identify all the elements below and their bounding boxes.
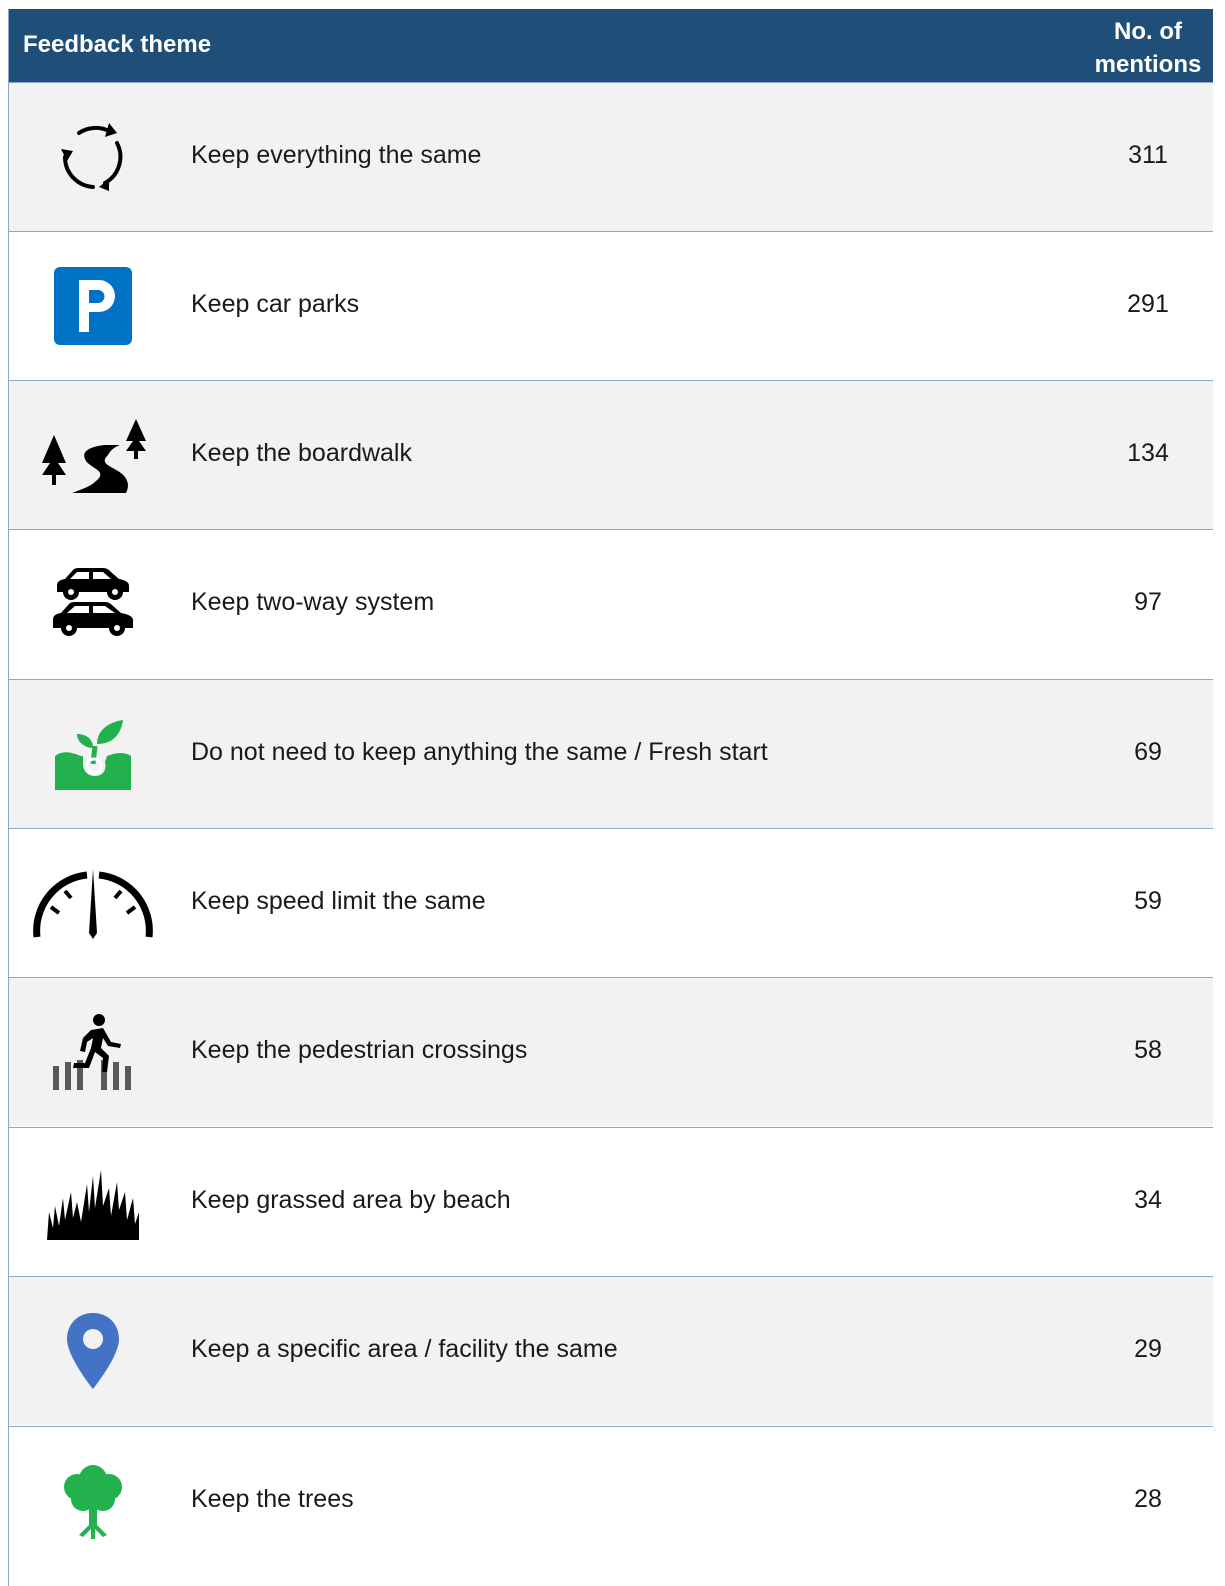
table-row: Keep the trees 28 <box>9 1426 1213 1575</box>
location-pin-icon <box>31 1311 155 1391</box>
table-row: Keep a specific area / facility the same… <box>9 1276 1213 1425</box>
feedback-table: Feedback theme No. of mentions Keep ever… <box>8 9 1213 1586</box>
table-row: Keep two-way system 97 <box>9 529 1213 678</box>
row-label: Keep the boardwalk <box>191 439 412 467</box>
table-row: Keep speed limit the same 59 <box>9 828 1213 977</box>
row-label: Keep everything the same <box>191 141 482 169</box>
sprout-icon <box>31 714 155 794</box>
table-row: Keep the boardwalk 134 <box>9 380 1213 529</box>
two-cars-icon <box>31 564 155 644</box>
row-label: Keep car parks <box>191 290 360 318</box>
row-label: Keep the trees <box>191 1485 354 1513</box>
row-count: 34 <box>1134 1186 1162 1214</box>
table-row: Keep everything the same 311 <box>9 82 1213 231</box>
row-count: 291 <box>1127 290 1169 318</box>
row-count: 97 <box>1134 588 1162 616</box>
row-count: 311 <box>1128 141 1168 169</box>
parking-sign-icon <box>31 266 155 346</box>
row-count: 58 <box>1134 1036 1162 1064</box>
table-row: Do not need to keep anything the same / … <box>9 679 1213 828</box>
table-row: Keep grassed area by beach 34 <box>9 1127 1213 1276</box>
refresh-cycle-icon <box>31 117 155 197</box>
row-label: Keep a specific area / facility the same <box>191 1335 618 1363</box>
grass-icon <box>31 1162 155 1242</box>
row-count: 134 <box>1127 439 1169 467</box>
row-label: Keep two-way system <box>191 588 435 616</box>
row-count: 28 <box>1134 1485 1162 1513</box>
row-count: 69 <box>1134 738 1162 766</box>
header-feedback-theme: Feedback theme <box>23 31 212 58</box>
pedestrian-crossing-icon <box>31 1012 155 1092</box>
row-label: Keep grassed area by beach <box>191 1186 511 1214</box>
table-row: Keep the pedestrian crossings 58 <box>9 977 1213 1126</box>
row-label: Do not need to keep anything the same / … <box>191 738 768 766</box>
row-count: 29 <box>1134 1335 1162 1363</box>
header-mentions: No. of mentions <box>1094 18 1202 78</box>
path-with-trees-icon <box>31 415 155 495</box>
table-row: Keep car parks 291 <box>9 231 1213 380</box>
tree-icon <box>31 1461 155 1541</box>
row-label: Keep speed limit the same <box>191 887 486 915</box>
table-header: Feedback theme No. of mentions <box>9 9 1213 82</box>
row-label: Keep the pedestrian crossings <box>191 1036 528 1064</box>
speedometer-icon <box>31 863 155 943</box>
row-count: 59 <box>1134 887 1162 915</box>
